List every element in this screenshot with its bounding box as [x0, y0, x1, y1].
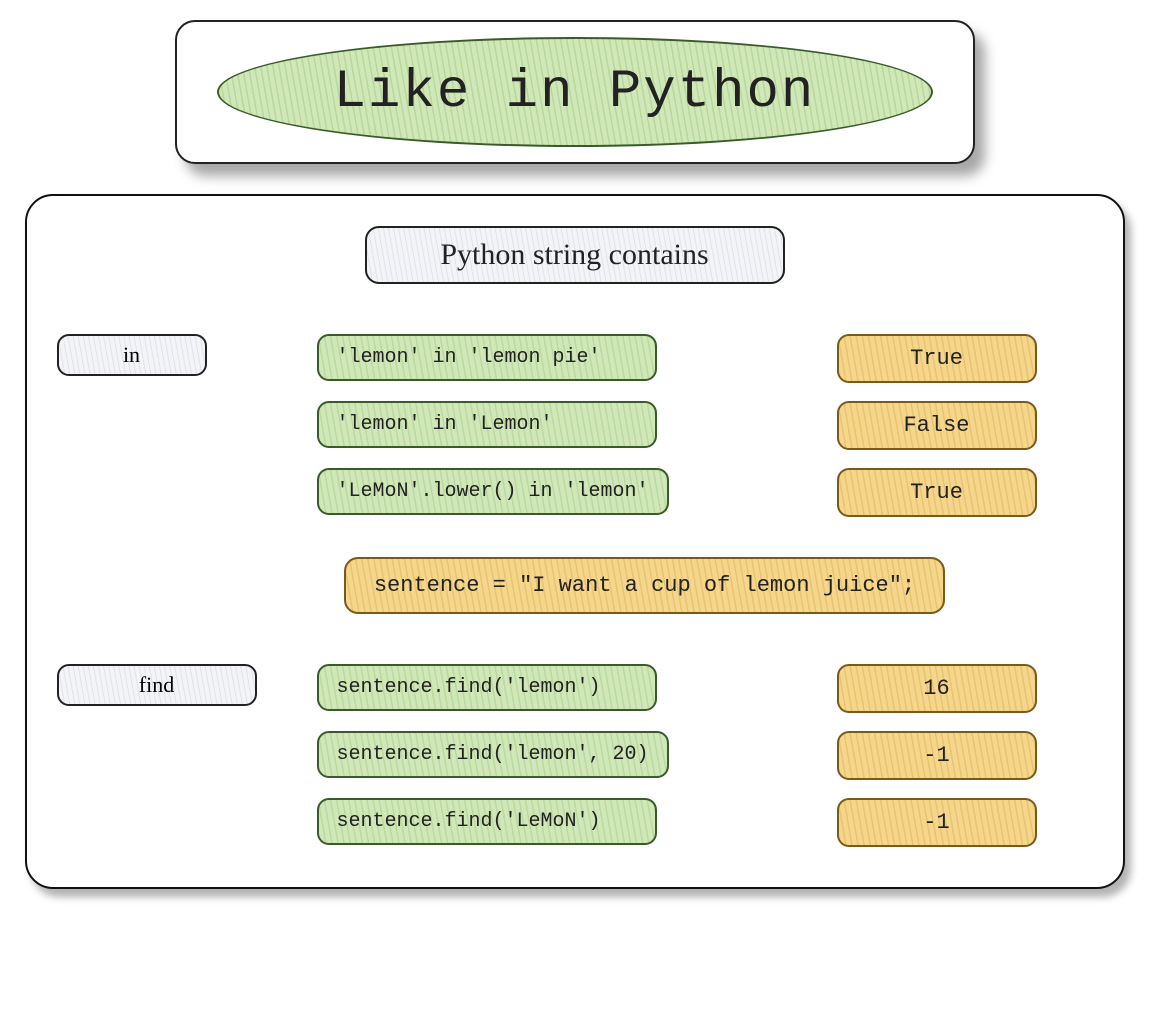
sentence-box: sentence = "I want a cup of lemon juice"… — [344, 557, 945, 614]
sentence-row: sentence = "I want a cup of lemon juice"… — [57, 557, 1093, 614]
header-card: Like in Python — [175, 20, 975, 164]
subtitle: Python string contains — [365, 226, 785, 284]
result-box: True — [837, 334, 1037, 383]
code-box: 'lemon' in 'Lemon' — [317, 401, 657, 448]
result-box: -1 — [837, 798, 1037, 847]
result-box: False — [837, 401, 1037, 450]
result-box: 16 — [837, 664, 1037, 713]
code-box: sentence.find('lemon', 20) — [317, 731, 669, 778]
find-row-2: sentence.find('LeMoN') -1 — [57, 798, 1093, 847]
header-title: Like in Python — [334, 62, 816, 123]
in-row-1: 'lemon' in 'Lemon' False — [57, 401, 1093, 450]
code-box: 'lemon' in 'lemon pie' — [317, 334, 657, 381]
main-card: Python string contains in 'lemon' in 'le… — [25, 194, 1125, 889]
find-label: find — [57, 664, 257, 706]
code-box: sentence.find('lemon') — [317, 664, 657, 711]
result-box: True — [837, 468, 1037, 517]
in-row-2: 'LeMoN'.lower() in 'lemon' True — [57, 468, 1093, 517]
in-label: in — [57, 334, 207, 376]
result-box: -1 — [837, 731, 1037, 780]
header-ellipse: Like in Python — [217, 37, 933, 147]
find-row-1: sentence.find('lemon', 20) -1 — [57, 731, 1093, 780]
find-row-0: find sentence.find('lemon') 16 — [57, 664, 1093, 713]
in-row-0: in 'lemon' in 'lemon pie' True — [57, 334, 1093, 383]
code-box: 'LeMoN'.lower() in 'lemon' — [317, 468, 669, 515]
code-box: sentence.find('LeMoN') — [317, 798, 657, 845]
